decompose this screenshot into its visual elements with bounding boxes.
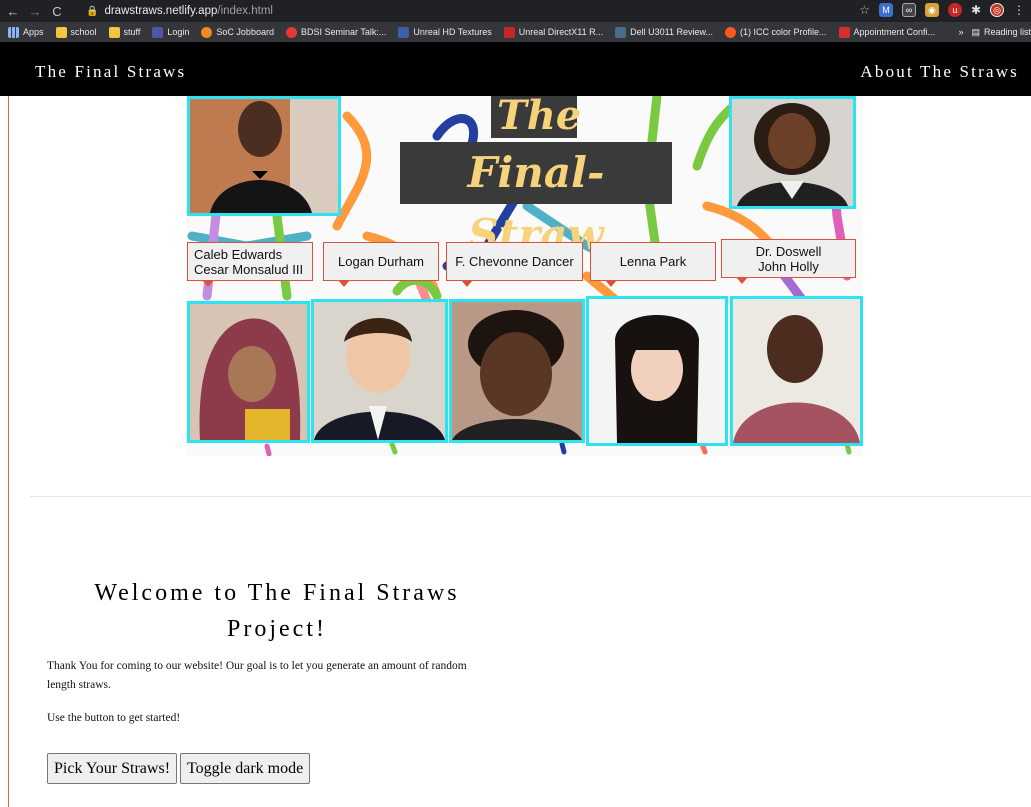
bookmark-stuff[interactable]: stuff (108, 26, 140, 38)
page-edge (8, 96, 9, 807)
banner-title-the: The (491, 96, 581, 138)
portrait-image (733, 299, 860, 443)
bookmark-school[interactable]: school (55, 26, 97, 38)
bookmark-appointment[interactable]: Appointment Confi... (838, 26, 935, 38)
folder-icon (55, 26, 67, 38)
photo-cesar-monsalud (187, 301, 310, 443)
apps-grid-icon (8, 26, 19, 38)
photo-lenna-park (586, 296, 728, 446)
bookmark-apps[interactable]: Apps (8, 26, 44, 38)
youtube-icon (285, 26, 297, 38)
back-icon[interactable]: ← (4, 4, 22, 19)
brand-link[interactable]: The Final Straws (35, 62, 186, 82)
extension-icon[interactable]: ∞ (901, 3, 916, 17)
welcome-heading: Welcome to The Final Straws Project! (94, 580, 460, 642)
address-bar[interactable]: 🔒 drawstraws.netlify.app/index.html (86, 2, 846, 20)
photo-logan-durham (311, 299, 448, 443)
bookmark-soc-jobboard[interactable]: SoC Jobboard (201, 26, 274, 38)
photo-chevonne-dancer (449, 299, 585, 443)
bookmark-bdsi-seminar[interactable]: BDSI Seminar Talk:... (285, 26, 386, 38)
profile-avatar[interactable]: ◎ (990, 3, 1004, 17)
bookmarks-bar: Apps school stuff Login SoC Jobboard BDS… (0, 22, 1031, 42)
label-chevonne-dancer: F. Chevonne Dancer (446, 242, 583, 287)
label-logan-durham: Logan Durham (323, 242, 439, 287)
label-doswell-holly: Dr. Doswell John Holly (721, 239, 856, 284)
portrait-image (314, 302, 445, 440)
banner-title-final-straw: Final-Straw (400, 142, 672, 259)
bookmark-login[interactable]: Login (152, 26, 189, 38)
folder-icon (108, 26, 120, 38)
url-host: drawstraws.netlify.app (104, 5, 218, 17)
y-icon (503, 26, 515, 38)
portrait-image (589, 299, 725, 443)
action-buttons: Pick Your Straws! Toggle dark mode (47, 753, 311, 784)
bookmark-unreal-dx11[interactable]: Unreal DirectX11 R... (503, 26, 603, 38)
monitor-icon (615, 26, 627, 38)
bookmark-dell-review[interactable]: Dell U3011 Review... (615, 26, 713, 38)
bookmark-icc-profile[interactable]: (1) ICC color Profile... (724, 26, 827, 38)
welcome-section: Welcome to The Final Straws Project! Tha… (47, 575, 507, 728)
portrait-image (732, 99, 853, 206)
photo-caleb-edwards (187, 96, 341, 216)
portrait-image (452, 302, 582, 440)
reload-icon[interactable]: C (48, 4, 66, 19)
photo-john-holly (730, 296, 863, 446)
browser-toolbar: ← → C 🔒 drawstraws.netlify.app/index.htm… (0, 0, 1031, 22)
bookmark-unreal-hd[interactable]: Unreal HD Textures (398, 26, 492, 38)
label-lenna-park: Lenna Park (590, 242, 716, 287)
extension-icon[interactable]: u (947, 3, 962, 17)
reading-list-icon[interactable]: ▤ (971, 27, 980, 38)
url-path: /index.html (217, 5, 273, 17)
portrait-image (190, 99, 338, 213)
label-caleb-cesar: Caleb Edwards Cesar Monsalud III (187, 242, 313, 287)
portrait-image (190, 304, 307, 440)
welcome-instruction: Use the button to get started! (47, 712, 181, 724)
lock-icon: 🔒 (86, 5, 99, 17)
extension-icon[interactable]: M (878, 3, 893, 17)
welcome-intro: Thank You for coming to our website! Our… (47, 660, 467, 691)
reddit-icon (724, 26, 736, 38)
section-divider (30, 496, 1031, 497)
login-icon (152, 26, 164, 38)
reading-list[interactable]: Reading list (984, 27, 1031, 37)
about-link[interactable]: About The Straws (860, 62, 1019, 82)
photo-dr-doswell (729, 96, 856, 209)
paw-icon (201, 26, 213, 38)
forward-icon[interactable]: → (26, 4, 44, 19)
star-icon[interactable]: ☆ (859, 3, 870, 17)
toggle-dark-mode-button[interactable]: Toggle dark mode (180, 753, 311, 784)
menu-icon[interactable]: ⋮ (1013, 3, 1025, 17)
site-navbar: The Final Straws About The Straws (0, 42, 1031, 96)
team-banner: The Final-Straw Caleb Edwards Cesar Mons… (187, 96, 863, 456)
puzzle-icon[interactable]: ✱ (971, 3, 981, 17)
bookmarks-overflow[interactable]: » (958, 27, 963, 37)
extension-icon[interactable]: ◉ (924, 3, 939, 17)
calendar-icon (838, 26, 850, 38)
pick-straws-button[interactable]: Pick Your Straws! (47, 753, 178, 784)
unreal-icon (398, 26, 410, 38)
